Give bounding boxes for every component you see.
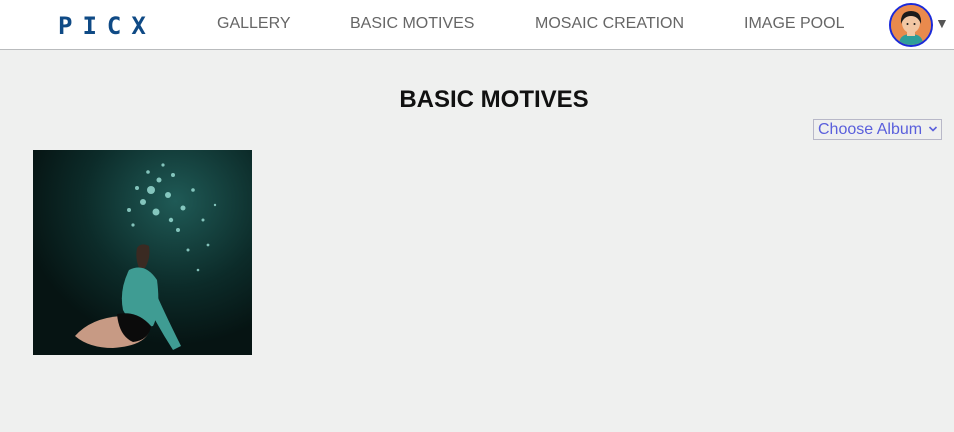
album-select[interactable]: Choose Album [813,119,942,140]
motive-thumbnail[interactable] [33,150,252,355]
logo-letter: P [58,12,74,40]
nav-basic-motives[interactable]: BASIC MOTIVES [350,15,474,33]
underwater-photo [33,150,252,355]
picx-logo[interactable]: P I C X [58,12,147,40]
top-navigation-bar: P I C X GALLERY BASIC MOTIVES MOSAIC CRE… [0,0,954,50]
logo-letter: X [131,12,147,40]
album-select-value: Choose Album [818,121,923,138]
nav-gallery[interactable]: GALLERY [217,15,291,33]
logo-letter: I [82,12,98,40]
user-avatar-icon[interactable] [889,3,933,47]
page-title: BASIC MOTIVES [399,86,589,113]
chevron-down-icon [928,122,938,141]
logo-letter: C [106,12,123,40]
nav-image-pool[interactable]: IMAGE POOL [744,15,844,33]
avatar-illustration [891,5,931,45]
nav-mosaic-creation[interactable]: MOSAIC CREATION [535,15,684,33]
user-menu-caret[interactable]: ▼ [935,14,949,32]
